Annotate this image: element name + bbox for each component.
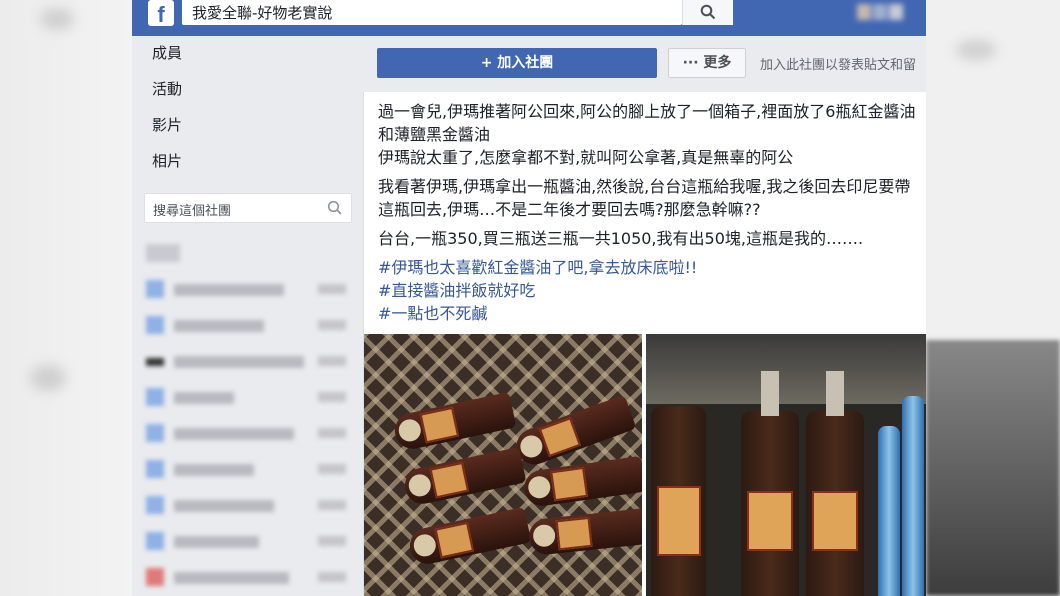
blurred-background-right — [926, 0, 1060, 596]
post-text: 過一會兒,伊瑪推著阿公回來,阿公的腳上放了一個箱子,裡面放了6瓶紅金醬油和薄鹽黑… — [378, 100, 918, 325]
blurred-shortcut-list — [146, 240, 356, 596]
search-icon — [700, 4, 716, 20]
avatar[interactable] — [857, 4, 917, 24]
search-button[interactable] — [682, 0, 733, 25]
hashtag-link[interactable]: #一點也不死鹹 — [378, 302, 918, 325]
nav-item-videos[interactable]: 影片 — [152, 114, 182, 135]
more-button[interactable]: ··· 更多 — [668, 48, 746, 78]
hashtag-link[interactable]: #伊瑪也太喜歡紅金醬油了吧,拿去放床底啦!! — [378, 256, 918, 279]
shelf-image — [646, 334, 926, 404]
facebook-group-page: f 我愛全聯-好物老實說 成員 活動 影片 相片 搜尋這個社團 + 加入社團 ·… — [132, 0, 926, 596]
post-paragraph: 台台,一瓶350,買三瓶送三瓶一共1050,我有出50塊,這瓶是我的……. — [378, 229, 864, 248]
facebook-logo-icon[interactable]: f — [148, 0, 174, 26]
search-icon — [327, 200, 342, 215]
hashtag-link[interactable]: #直接醬油拌飯就好吃 — [378, 279, 918, 302]
search-input[interactable]: 我愛全聯-好物老實說 — [182, 0, 733, 25]
group-search-input[interactable]: 搜尋這個社團 — [144, 193, 352, 223]
group-post: 過一會兒,伊瑪推著阿公回來,阿公的腳上放了一個箱子,裡面放了6瓶紅金醬油和薄鹽黑… — [363, 92, 926, 596]
nav-item-events[interactable]: 活動 — [152, 78, 182, 99]
nav-item-photos[interactable]: 相片 — [152, 150, 182, 171]
group-search-placeholder: 搜尋這個社團 — [153, 204, 232, 219]
top-bar: f 我愛全聯-好物老實說 — [132, 0, 926, 36]
join-group-button[interactable]: + 加入社團 — [377, 48, 657, 78]
post-paragraph: 過一會兒,伊瑪推著阿公回來,阿公的腳上放了一個箱子,裡面放了6瓶紅金醬油和薄鹽黑… — [378, 102, 916, 144]
search-query: 我愛全聯-好物老實說 — [192, 4, 333, 22]
join-hint-text: 加入此社團以發表貼文和留 — [760, 58, 917, 73]
post-paragraph: 伊瑪說太重了,怎麼拿都不對,就叫阿公拿著,真是無辜的阿公 — [378, 148, 794, 167]
post-paragraph: 我看著伊瑪,伊瑪拿出一瓶醬油,然後說,台台這瓶給我喔,我之後回去印尼要帶這瓶回去… — [378, 177, 911, 219]
post-photo-shelf[interactable] — [646, 334, 926, 596]
nav-item-members[interactable]: 成員 — [152, 42, 182, 63]
post-photo-basket[interactable] — [364, 334, 642, 596]
blurred-background-left — [0, 0, 132, 596]
